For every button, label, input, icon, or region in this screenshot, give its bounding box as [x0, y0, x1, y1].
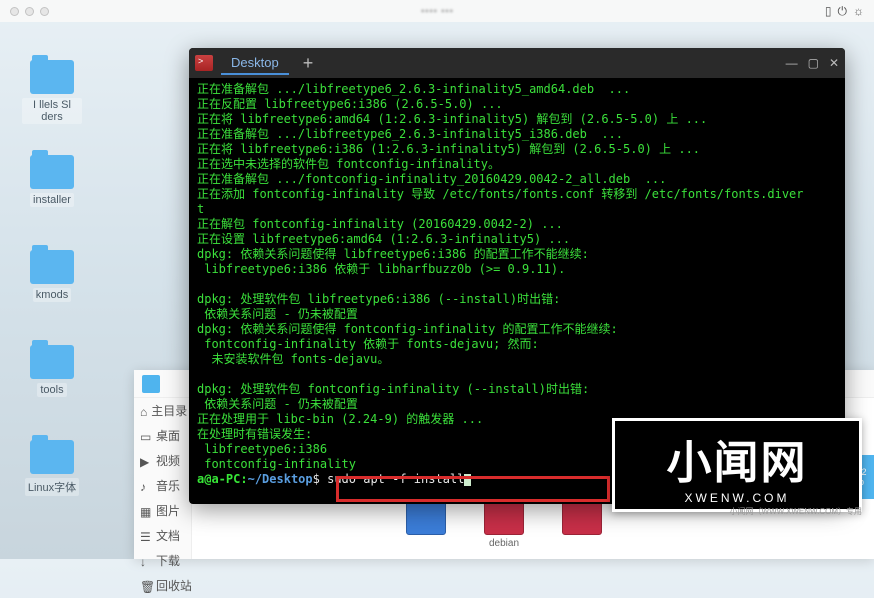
new-tab-button[interactable]: + [303, 53, 314, 74]
menubar-tray: ▯ ⏻ ☼ [825, 4, 864, 19]
document-icon: ☰ [140, 530, 152, 542]
terminal-tabbar: Desktop + — ▢ ✕ [189, 48, 845, 78]
sidebar-item-pictures[interactable]: ▦图片 [134, 498, 191, 523]
music-icon: ♪ [140, 480, 152, 492]
menubar: •••• ••• ▯ ⏻ ☼ [0, 0, 874, 22]
command-input[interactable]: sudo apt -f install [327, 472, 464, 486]
folder-label: installer [30, 193, 74, 207]
folder-icon [30, 60, 74, 94]
watermark-footer: 小闻网（WWW.XWENW.COM）专用 [730, 506, 862, 517]
folder-icon [30, 440, 74, 474]
traffic-dot[interactable] [40, 7, 49, 16]
file-manager-sidebar: ⌂主目录 ▭桌面 ▶视频 ♪音乐 ▦图片 ☰文档 ↓下载 🗑回收站 [134, 398, 192, 559]
cursor [464, 474, 471, 486]
traffic-dot[interactable] [10, 7, 19, 16]
desktop-folder[interactable]: Linux字体 [22, 440, 82, 496]
watermark: 小闻网 XWENW.COM [612, 418, 862, 512]
folder-label: tools [37, 383, 66, 397]
terminal-app-icon [195, 55, 213, 71]
status-icon[interactable]: ☼ [853, 4, 864, 18]
sidebar-item-trash[interactable]: 🗑回收站 [134, 573, 191, 598]
home-icon[interactable] [142, 375, 160, 393]
desktop-icon: ▭ [140, 430, 152, 442]
sidebar-item-downloads[interactable]: ↓下载 [134, 548, 191, 573]
sidebar-item-desktop[interactable]: ▭桌面 [134, 423, 191, 448]
download-icon: ↓ [140, 555, 152, 567]
window-traffic-lights [10, 7, 49, 16]
image-icon: ▦ [140, 505, 152, 517]
watermark-url: XWENW.COM [615, 491, 859, 505]
desktop-folder[interactable]: installer [22, 155, 82, 207]
prompt-user: a@a-PC [197, 472, 240, 486]
sidebar-item-home[interactable]: ⌂主目录 [134, 398, 191, 423]
prompt-path: ~/Desktop [248, 472, 313, 486]
sidebar-item-documents[interactable]: ☰文档 [134, 523, 191, 548]
watermark-title: 小闻网 [615, 426, 859, 491]
folder-icon [30, 155, 74, 189]
menubar-title-blurred: •••• ••• [49, 4, 825, 18]
battery-icon[interactable]: ▯ [825, 4, 832, 18]
folder-label: I llels Sl ders [22, 98, 82, 124]
folder-icon [30, 250, 74, 284]
desktop-folder[interactable]: kmods [22, 250, 82, 302]
folder-label: kmods [33, 288, 71, 302]
terminal-tab[interactable]: Desktop [221, 52, 289, 75]
folder-label: Linux字体 [25, 478, 79, 496]
maximize-button[interactable]: ▢ [808, 56, 819, 70]
desktop-folder[interactable]: I llels Sl ders [22, 60, 82, 124]
minimize-button[interactable]: — [786, 56, 798, 70]
trash-icon: 🗑 [140, 580, 152, 592]
folder-icon [30, 345, 74, 379]
sidebar-item-video[interactable]: ▶视频 [134, 448, 191, 473]
traffic-dot[interactable] [25, 7, 34, 16]
sidebar-item-music[interactable]: ♪音乐 [134, 473, 191, 498]
video-icon: ▶ [140, 455, 152, 467]
close-button[interactable]: ✕ [829, 56, 839, 70]
power-icon[interactable]: ⏻ [838, 4, 848, 19]
desktop-folder[interactable]: tools [22, 345, 82, 397]
home-icon: ⌂ [140, 405, 147, 417]
